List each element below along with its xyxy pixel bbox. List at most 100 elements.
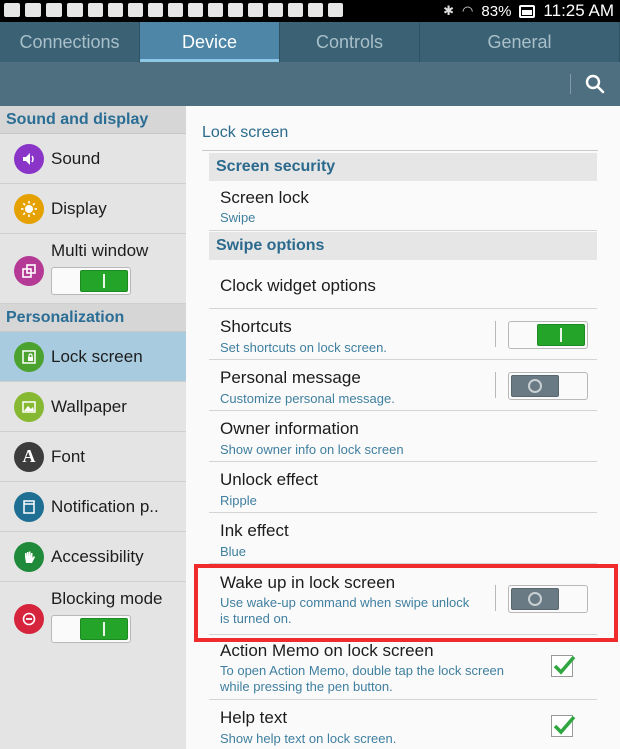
wallpaper-icon xyxy=(14,391,44,422)
sidebar-section-sound-display: Sound and display xyxy=(0,106,186,134)
search-icon xyxy=(585,74,605,94)
notification-icon xyxy=(168,3,183,17)
font-icon: A xyxy=(14,441,44,472)
sidebar-item-accessibility[interactable]: Accessibility xyxy=(0,532,186,582)
toggle-knob xyxy=(511,375,559,397)
setting-screen-lock[interactable]: Screen lock Swipe xyxy=(209,182,597,231)
battery-percent: 83% xyxy=(481,2,512,20)
divider xyxy=(202,150,598,151)
setting-unlock-effect[interactable]: Unlock effect Ripple xyxy=(209,462,597,513)
sidebar-item-display[interactable]: Display xyxy=(0,184,186,234)
setting-title: Action Memo on lock screen xyxy=(220,641,434,660)
setting-summary: Set shortcuts on lock screen. xyxy=(220,340,387,355)
sidebar-item-blocking-mode[interactable]: Blocking mode xyxy=(0,582,186,652)
lock-screen-icon xyxy=(14,341,44,372)
hand-icon xyxy=(14,541,44,572)
toggle-knob xyxy=(537,324,585,346)
setting-title: Unlock effect xyxy=(220,470,318,489)
section-screen-security: Screen security xyxy=(209,153,597,181)
sidebar-item-label: Sound xyxy=(51,148,101,168)
sun-icon xyxy=(14,193,44,224)
tab-controls[interactable]: Controls xyxy=(280,22,420,62)
page-title: Lock screen xyxy=(202,124,289,141)
sidebar-item-multi-window[interactable]: Multi window xyxy=(0,234,186,304)
sidebar-item-label: Display xyxy=(51,198,107,218)
help-text-checkbox[interactable] xyxy=(551,715,576,737)
wifi-icon: ◠ xyxy=(462,3,474,18)
sidebar-item-notification-panel[interactable]: Notification p.. xyxy=(0,482,186,532)
sidebar-section-personalization: Personalization xyxy=(0,304,186,332)
multi-window-icon xyxy=(14,256,44,286)
action-memo-checkbox[interactable] xyxy=(551,655,576,677)
sidebar-item-font[interactable]: A Font xyxy=(0,432,186,482)
checkmark-icon xyxy=(553,715,576,735)
highlight-box xyxy=(194,564,618,642)
clock: 11:25 AM xyxy=(543,1,614,20)
sidebar-item-label: Font xyxy=(51,446,86,466)
setting-summary: To open Action Memo, double tap the lock… xyxy=(220,663,505,678)
blocking-mode-toggle[interactable] xyxy=(51,615,131,643)
sidebar-item-label: Notification p.. xyxy=(51,496,159,516)
setting-personal-message[interactable]: Personal message Customize personal mess… xyxy=(209,360,597,411)
lock-screen-settings: Lock screen Screen security Screen lock … xyxy=(186,106,620,749)
sidebar-item-sound[interactable]: Sound xyxy=(0,134,186,184)
settings-tabs: Connections Device Controls General xyxy=(0,22,620,62)
notification-icon xyxy=(188,3,203,17)
setting-ink-effect[interactable]: Ink effect Blue xyxy=(209,513,597,564)
notification-icon xyxy=(88,3,103,17)
setting-help-text[interactable]: Help text Show help text on lock screen. xyxy=(209,700,597,749)
notification-panel-icon xyxy=(14,491,44,522)
multi-window-group: Multi window xyxy=(51,241,148,295)
notification-icon xyxy=(4,3,20,17)
blocking-mode-group: Blocking mode xyxy=(51,589,163,643)
setting-title: Ink effect xyxy=(220,521,289,540)
personal-message-toggle[interactable] xyxy=(508,372,588,400)
notification-icons xyxy=(4,3,343,17)
tab-device[interactable]: Device xyxy=(140,22,280,62)
setting-title: Help text xyxy=(220,708,288,727)
setting-title: Personal message xyxy=(220,368,361,387)
sidebar-item-label: Lock screen xyxy=(51,346,143,366)
notification-icon xyxy=(128,3,143,17)
setting-summary: Blue xyxy=(220,544,247,559)
multi-window-toggle[interactable] xyxy=(51,267,131,295)
setting-summary: Ripple xyxy=(220,493,257,508)
status-indicators: ✱ ◠ 83% 11:25 AM xyxy=(443,1,614,21)
setting-summary-line2: while pressing the pen button. xyxy=(220,679,393,694)
setting-summary: Show help text on lock screen. xyxy=(220,731,397,746)
notification-icon xyxy=(108,3,123,17)
notification-icon xyxy=(46,3,62,17)
setting-clock-widget-options[interactable]: Clock widget options xyxy=(209,261,597,309)
search-button[interactable] xyxy=(578,68,612,100)
bluetooth-icon: ✱ xyxy=(443,3,455,18)
notification-icon xyxy=(248,3,263,17)
notification-icon xyxy=(308,3,323,17)
notification-icon xyxy=(25,3,41,17)
tab-general[interactable]: General xyxy=(420,22,620,62)
setting-shortcuts[interactable]: Shortcuts Set shortcuts on lock screen. xyxy=(209,309,597,360)
sidebar-item-label: Blocking mode xyxy=(51,589,163,608)
tab-connections[interactable]: Connections xyxy=(0,22,140,62)
setting-action-memo[interactable]: Action Memo on lock screen To open Actio… xyxy=(209,635,597,700)
divider xyxy=(495,321,496,347)
status-bar: ✱ ◠ 83% 11:25 AM xyxy=(0,0,620,22)
setting-title: Owner information xyxy=(220,419,359,438)
notification-icon xyxy=(67,3,83,17)
toggle-knob xyxy=(80,618,128,640)
sidebar: Sound and display Sound Display Multi wi… xyxy=(0,106,198,749)
section-swipe-options: Swipe options xyxy=(209,232,597,260)
sidebar-item-wallpaper[interactable]: Wallpaper xyxy=(0,382,186,432)
sidebar-item-lock-screen[interactable]: Lock screen xyxy=(0,332,198,382)
setting-owner-information[interactable]: Owner information Show owner info on loc… xyxy=(209,411,597,462)
sidebar-item-label: Multi window xyxy=(51,241,149,260)
notification-icon xyxy=(288,3,303,17)
speaker-icon xyxy=(14,143,44,174)
setting-title: Clock widget options xyxy=(220,276,376,295)
notification-icon xyxy=(148,3,163,17)
setting-title: Screen lock xyxy=(220,188,309,207)
blocking-mode-icon xyxy=(14,604,44,634)
toggle-knob xyxy=(80,270,128,292)
divider xyxy=(495,372,496,398)
shortcuts-toggle[interactable] xyxy=(508,321,588,349)
setting-summary: Customize personal message. xyxy=(220,391,395,406)
